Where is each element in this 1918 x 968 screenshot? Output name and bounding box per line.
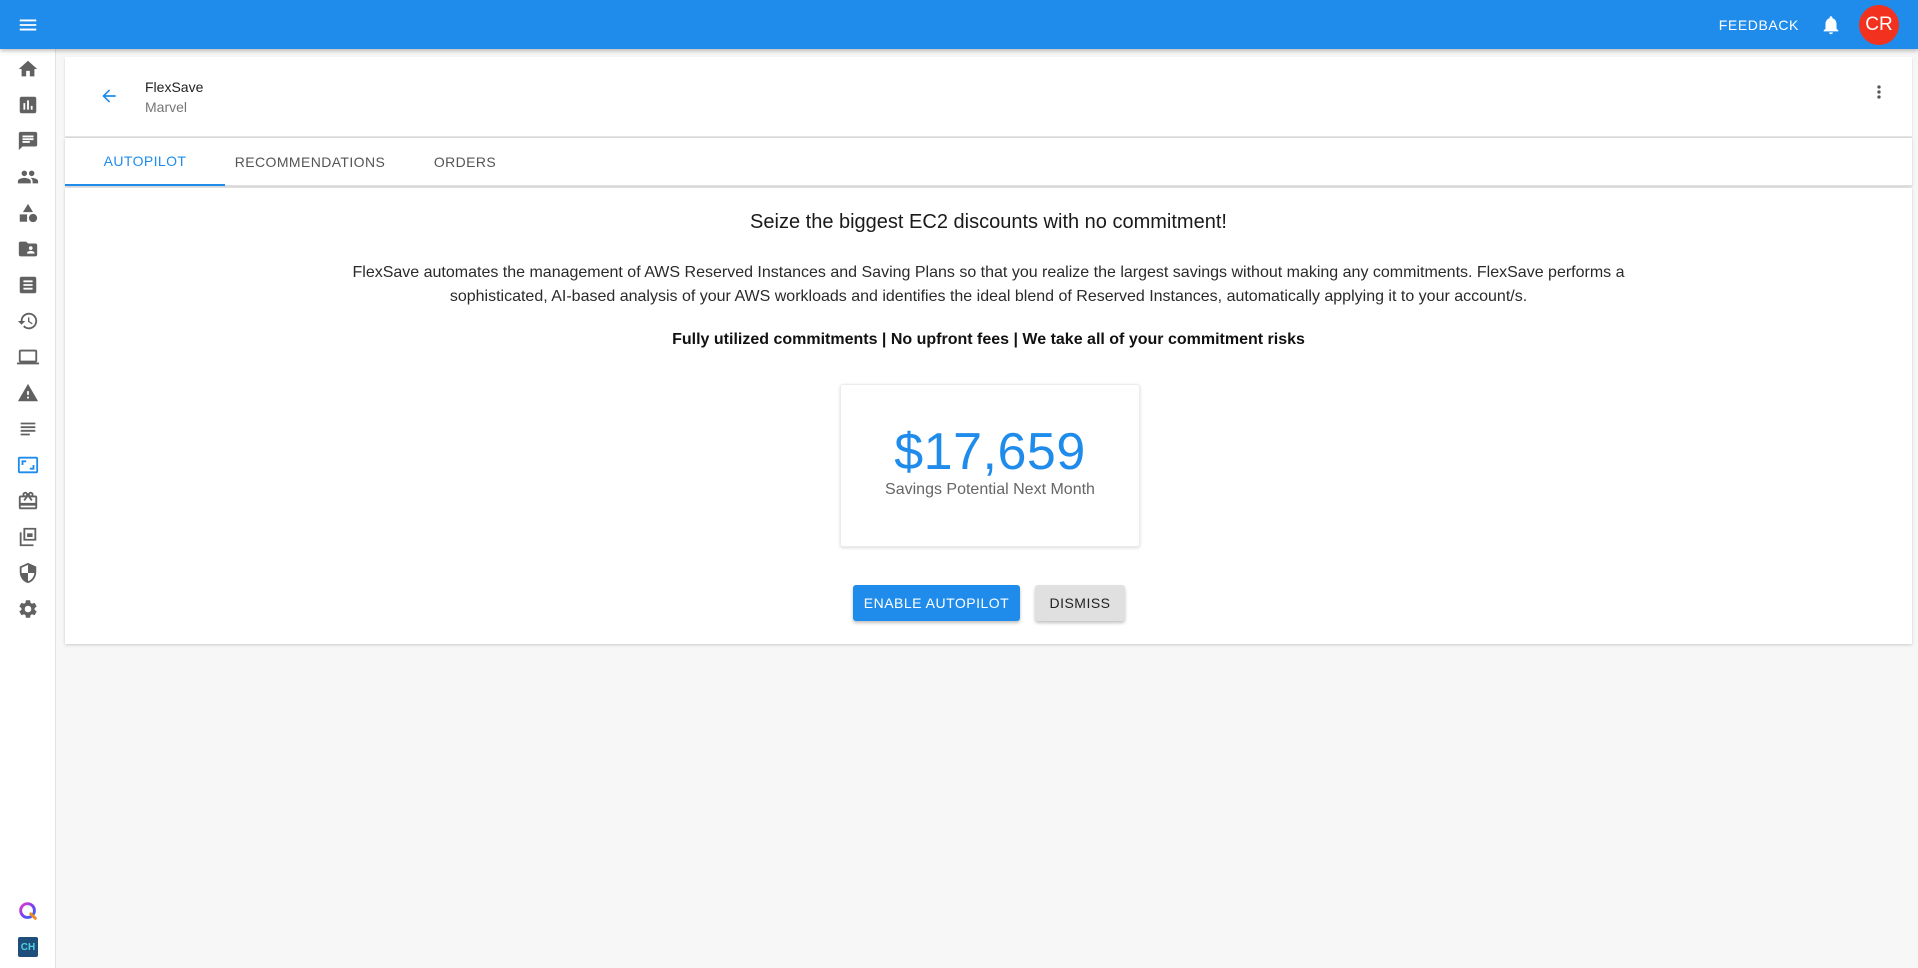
- menu-icon[interactable]: [0, 0, 56, 49]
- tagline: Fully utilized commitments | No upfront …: [672, 331, 1305, 348]
- page-title: FlexSave: [145, 79, 204, 95]
- aspect-ratio-icon[interactable]: [0, 449, 56, 481]
- dismiss-button[interactable]: DISMISS: [1035, 585, 1125, 621]
- receipt-icon[interactable]: [0, 269, 56, 301]
- dynamic-feed-icon[interactable]: [0, 521, 56, 553]
- tab-bar: AUTOPILOT RECOMMENDATIONS ORDERS: [65, 138, 1912, 186]
- tab-autopilot[interactable]: AUTOPILOT: [65, 138, 225, 186]
- store-icon[interactable]: [0, 485, 56, 517]
- people-icon[interactable]: [0, 161, 56, 193]
- headline: Seize the biggest EC2 discounts with no …: [750, 211, 1227, 233]
- settings-icon[interactable]: [0, 593, 56, 625]
- home-icon[interactable]: [0, 53, 56, 85]
- shield-icon[interactable]: [0, 557, 56, 589]
- more-vert-icon[interactable]: [1864, 77, 1894, 107]
- app-bar: FEEDBACK CR: [0, 0, 1918, 49]
- description: FlexSave automates the management of AWS…: [352, 264, 1625, 305]
- page-header: FlexSave Marvel: [65, 57, 1912, 137]
- bar-chart-icon[interactable]: [0, 89, 56, 121]
- laptop-icon[interactable]: [0, 341, 56, 373]
- chat-icon[interactable]: [0, 125, 56, 157]
- bell-icon[interactable]: [1817, 11, 1845, 39]
- subject-icon[interactable]: [0, 413, 56, 445]
- savings-value: $17,659: [894, 423, 1086, 481]
- savings-label: Savings Potential Next Month: [885, 481, 1095, 498]
- sidebar: CH: [0, 49, 56, 968]
- tab-orders[interactable]: ORDERS: [410, 138, 520, 186]
- arrow-back-icon[interactable]: [92, 79, 126, 113]
- ch-logo-text: CH: [20, 941, 36, 953]
- category-icon[interactable]: [0, 197, 56, 229]
- savings-card: $17,659 Savings Potential Next Month: [840, 384, 1140, 547]
- feedback-button[interactable]: FEEDBACK: [1719, 17, 1799, 33]
- avatar[interactable]: CR: [1859, 4, 1899, 45]
- autopilot-panel: Seize the biggest EC2 discounts with no …: [65, 188, 1912, 644]
- enable-autopilot-button[interactable]: ENABLE AUTOPILOT: [853, 585, 1020, 621]
- tab-recommendations[interactable]: RECOMMENDATIONS: [225, 138, 395, 186]
- ch-logo-icon[interactable]: CH: [0, 931, 56, 963]
- page-subtitle: Marvel: [145, 99, 188, 115]
- warning-icon[interactable]: [0, 377, 56, 409]
- history-icon[interactable]: [0, 305, 56, 337]
- contact-folder-icon[interactable]: [0, 233, 56, 265]
- q-logo-icon[interactable]: [0, 895, 56, 927]
